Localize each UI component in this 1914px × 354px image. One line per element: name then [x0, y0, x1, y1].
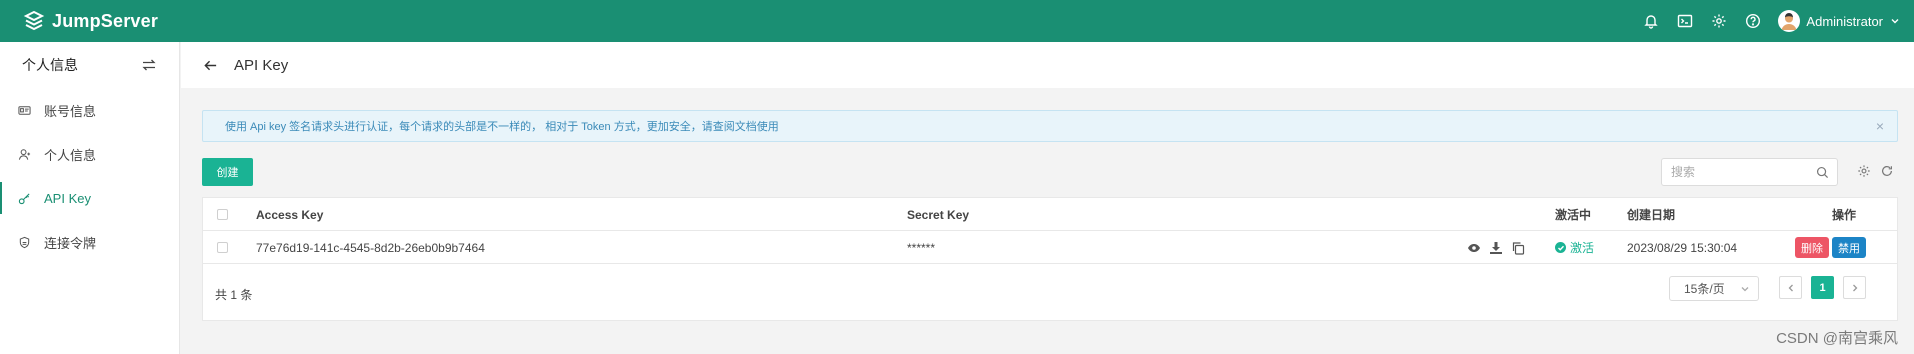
sidebar-item-account-info[interactable]: 账号信息: [0, 88, 179, 132]
page-number-current[interactable]: 1: [1811, 276, 1834, 299]
page-size-value: 15条/页: [1684, 282, 1725, 296]
switch-arrows-icon[interactable]: [141, 57, 157, 73]
notification-bell-icon[interactable]: [1634, 0, 1668, 42]
next-page-button[interactable]: [1843, 276, 1866, 299]
secret-key-value: ******: [907, 240, 936, 255]
sidebar-item-label: API Key: [44, 190, 91, 206]
create-button[interactable]: 创建: [202, 158, 253, 186]
column-header-actions: 操作: [1832, 208, 1857, 222]
api-key-table: Access Key Secret Key 激活中 创建日期 操作 77e76d…: [202, 197, 1898, 321]
search-icon: [1816, 166, 1829, 179]
user-name: Administrator: [1806, 13, 1883, 29]
search-box[interactable]: [1661, 158, 1838, 186]
shield-icon: [18, 235, 32, 249]
status-text: 激活: [1570, 241, 1595, 255]
delete-button[interactable]: 删除: [1795, 237, 1829, 258]
close-icon[interactable]: ×: [1873, 118, 1887, 134]
check-circle-icon: [1555, 242, 1566, 253]
brand-name: JumpServer: [52, 10, 159, 31]
chevron-down-icon: [1891, 19, 1899, 24]
top-nav-bar: JumpServer Administrator: [0, 0, 1914, 42]
chevron-left-icon: [1788, 284, 1793, 291]
top-right-actions: Administrator: [1634, 0, 1900, 42]
brand-logo[interactable]: JumpServer: [22, 9, 158, 33]
pagination-bar: 共 1 条 15条/页 1: [203, 264, 1897, 322]
sidebar-item-connection-token[interactable]: 连接令牌: [0, 220, 179, 264]
prev-page-button[interactable]: [1779, 276, 1802, 299]
row-checkbox[interactable]: [217, 242, 228, 253]
column-header-active[interactable]: 激活中: [1555, 198, 1591, 231]
terminal-icon[interactable]: [1668, 0, 1702, 42]
page-header: API Key: [181, 42, 1914, 88]
sidebar-item-label: 个人信息: [44, 147, 97, 163]
search-input[interactable]: [1671, 165, 1811, 179]
total-count: 共 1 条: [215, 288, 253, 302]
created-date-value: 2023/08/29 15:30:04: [1627, 240, 1738, 255]
copy-icon[interactable]: [1511, 241, 1525, 255]
column-header-created-date[interactable]: 创建日期: [1627, 198, 1675, 231]
table-settings-gear-icon[interactable]: [1857, 164, 1871, 178]
settings-gear-icon[interactable]: [1702, 0, 1736, 42]
sidebar-title: 个人信息: [22, 57, 78, 73]
user-menu[interactable]: Administrator: [1778, 10, 1900, 32]
sidebar-item-api-key[interactable]: API Key: [0, 176, 179, 220]
avatar: [1778, 10, 1801, 32]
info-alert: 使用 Api key 签名请求头进行认证，每个请求的头部是不一样的， 相对于 T…: [202, 110, 1898, 142]
sidebar-header: 个人信息: [0, 42, 179, 88]
download-icon[interactable]: [1489, 241, 1503, 255]
column-header-secret-key[interactable]: Secret Key: [907, 198, 969, 231]
disable-button[interactable]: 禁用: [1832, 237, 1866, 258]
page-size-select[interactable]: 15条/页: [1669, 276, 1759, 301]
table-row: 77e76d19-141c-4545-8d2b-26eb0b9b7464 ***…: [203, 231, 1897, 264]
alert-text: 使用 Api key 签名请求头进行认证，每个请求的头部是不一样的， 相对于 T…: [225, 121, 779, 133]
id-card-icon: [18, 103, 32, 117]
table-header-row: Access Key Secret Key 激活中 创建日期 操作: [203, 198, 1897, 231]
user-icon: [18, 147, 32, 161]
key-icon: [18, 191, 32, 205]
back-arrow-icon[interactable]: [203, 58, 218, 73]
help-question-icon[interactable]: [1736, 0, 1770, 42]
page-title: API Key: [234, 56, 289, 74]
column-header-access-key[interactable]: Access Key: [256, 198, 323, 231]
select-all-checkbox[interactable]: [217, 209, 228, 220]
jumpserver-logo-icon: [23, 10, 45, 31]
chevron-down-icon: [1741, 287, 1749, 292]
refresh-icon[interactable]: [1880, 164, 1894, 178]
sidebar-item-personal-info[interactable]: 个人信息: [0, 132, 179, 176]
watermark: CSDN @南宫乘风: [1776, 330, 1898, 347]
sidebar-item-label: 账号信息: [44, 103, 97, 119]
sidebar: 个人信息 账号信息 个人信息 API Key 连接令牌: [0, 42, 180, 354]
status-badge: 激活: [1555, 239, 1594, 256]
sidebar-item-label: 连接令牌: [44, 235, 97, 251]
access-key-value: 77e76d19-141c-4545-8d2b-26eb0b9b7464: [256, 240, 485, 255]
view-eye-icon[interactable]: [1467, 241, 1481, 255]
chevron-right-icon: [1852, 284, 1857, 291]
